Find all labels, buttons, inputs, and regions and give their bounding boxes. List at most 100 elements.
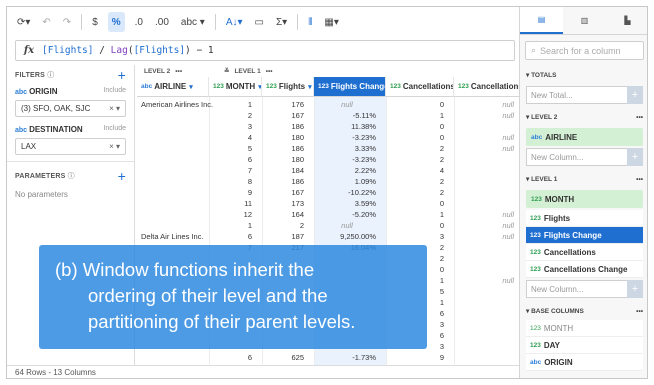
chevron-down-icon[interactable]: ▾ bbox=[116, 142, 120, 151]
chevron-down-icon[interactable]: ▾ bbox=[116, 104, 120, 113]
airline-group-label[interactable]: Delta Air Lines Inc. bbox=[137, 231, 208, 242]
origin-filter-select[interactable]: (3) SFO, OAK, SJC × ▾ bbox=[15, 100, 126, 117]
column-header-cancellations[interactable]: 123 Cancellations bbox=[454, 77, 519, 97]
totals-section[interactable]: ▾ TOTALS bbox=[520, 66, 647, 84]
info-icon[interactable]: ⓘ bbox=[47, 72, 54, 79]
add-filter-button[interactable]: + bbox=[118, 67, 126, 83]
origin-include-toggle[interactable]: Include bbox=[103, 87, 126, 96]
table-cell[interactable]: 9 bbox=[386, 352, 448, 363]
table-cell[interactable]: 2.22% bbox=[314, 165, 380, 176]
table-cell[interactable]: 9 bbox=[209, 187, 256, 198]
columns-tab-icon[interactable]: ▤ bbox=[520, 7, 563, 34]
new-column-level-1-input[interactable]: New Column... + bbox=[526, 280, 643, 298]
table-cell[interactable]: null bbox=[454, 220, 518, 231]
table-cell[interactable]: 1 bbox=[386, 209, 448, 220]
text-format-button[interactable]: abc ▾ bbox=[179, 12, 207, 32]
redo-icon[interactable]: ↷ bbox=[61, 12, 73, 32]
table-cell[interactable]: 6 bbox=[209, 231, 256, 242]
flights-change-column-item[interactable]: 123 Flights Change bbox=[526, 227, 643, 244]
flights-column-item[interactable]: 123 Flights bbox=[526, 210, 643, 227]
table-cell[interactable]: 12 bbox=[209, 209, 256, 220]
formula-bar[interactable]: fx [Flights] / Lag([Flights]) − 1 bbox=[15, 40, 515, 61]
table-cell[interactable]: 625 bbox=[262, 352, 308, 363]
info-icon[interactable]: ⓘ bbox=[68, 173, 75, 180]
undo-icon[interactable]: ↶ bbox=[40, 12, 52, 32]
table-cell[interactable]: null bbox=[314, 99, 380, 110]
table-view-icon[interactable]: ▦▾ bbox=[322, 12, 340, 32]
table-cell[interactable]: -3.23% bbox=[314, 154, 380, 165]
table-cell[interactable]: 2 bbox=[386, 154, 448, 165]
table-cell[interactable]: -5.11% bbox=[314, 110, 380, 121]
table-cell[interactable]: 8 bbox=[209, 176, 256, 187]
percent-format-button[interactable]: % bbox=[107, 12, 125, 32]
clear-icon[interactable]: × bbox=[109, 142, 114, 151]
table-cell[interactable]: 0 bbox=[386, 99, 448, 110]
column-header-flights[interactable]: 123 Flights ▾ bbox=[262, 77, 314, 97]
database-tab-icon[interactable]: ▥ bbox=[563, 7, 606, 34]
cancellations-column-item[interactable]: 123 Cancellations bbox=[526, 244, 643, 261]
add-parameter-button[interactable]: + bbox=[118, 168, 126, 184]
more-icon[interactable]: ••• bbox=[636, 114, 643, 121]
airline-column-pill[interactable]: abc AIRLINE bbox=[526, 128, 643, 146]
column-header-cancellations[interactable]: 123Cancellations▾ bbox=[386, 77, 454, 97]
sum-icon[interactable]: Σ▾ bbox=[274, 12, 289, 32]
table-cell[interactable]: -10.22% bbox=[314, 187, 380, 198]
table-cell[interactable]: 176 bbox=[262, 99, 308, 110]
base-month-item[interactable]: 123 MONTH bbox=[526, 320, 643, 337]
destination-filter-select[interactable]: LAX × ▾ bbox=[15, 138, 126, 155]
refresh-icon[interactable]: ⟳▾ bbox=[15, 12, 32, 32]
table-cell[interactable]: 0 bbox=[386, 198, 448, 209]
formula-text[interactable]: [Flights] / Lag([Flights]) − 1 bbox=[42, 45, 214, 56]
more-icon[interactable]: ••• bbox=[636, 176, 643, 183]
level-2-section[interactable]: ▾ LEVEL 2 ••• bbox=[520, 108, 647, 126]
table-cell[interactable]: 1.09% bbox=[314, 176, 380, 187]
table-cell[interactable]: 1 bbox=[386, 110, 448, 121]
table-cell[interactable]: 186 bbox=[262, 121, 308, 132]
table-cell[interactable]: 184 bbox=[262, 165, 308, 176]
table-cell[interactable]: 164 bbox=[262, 209, 308, 220]
table-cell[interactable]: -3.23% bbox=[314, 132, 380, 143]
cancellations-change-column-item[interactable]: 123 Cancellations Change bbox=[526, 261, 643, 278]
table-cell[interactable]: null bbox=[454, 110, 518, 121]
base-origin-item[interactable]: abc ORIGIN bbox=[526, 354, 643, 371]
sort-icon[interactable]: A↓ ▾ bbox=[224, 12, 245, 32]
more-icon[interactable]: ••• bbox=[636, 308, 643, 315]
table-cell[interactable]: -5.20% bbox=[314, 209, 380, 220]
table-cell[interactable]: 167 bbox=[262, 110, 308, 121]
table-cell[interactable]: 3.33% bbox=[314, 143, 380, 154]
add-total-button[interactable]: + bbox=[627, 86, 643, 104]
table-cell[interactable]: 0 bbox=[386, 132, 448, 143]
base-columns-section[interactable]: ▾ BASE COLUMNS ••• bbox=[520, 302, 647, 320]
table-cell[interactable]: 5 bbox=[209, 143, 256, 154]
destination-include-toggle[interactable]: Include bbox=[103, 125, 126, 134]
month-column-pill[interactable]: 123 MONTH bbox=[526, 190, 643, 208]
table-cell[interactable]: 4 bbox=[209, 132, 256, 143]
chevron-collapse-icon[interactable]: ≚ bbox=[224, 67, 229, 75]
table-cell[interactable]: null bbox=[454, 99, 518, 110]
table-cell[interactable]: 6 bbox=[209, 352, 256, 363]
table-cell[interactable]: 3.59% bbox=[314, 198, 380, 209]
increase-decimals-button[interactable]: .00 bbox=[153, 12, 171, 32]
table-cell[interactable]: 1 bbox=[209, 99, 256, 110]
new-total-input[interactable]: New Total... + bbox=[526, 86, 643, 104]
table-cell[interactable]: 4 bbox=[386, 165, 448, 176]
add-column-button[interactable]: + bbox=[627, 280, 643, 298]
airline-group-label[interactable]: American Airlines Inc. bbox=[137, 99, 217, 110]
column-header-airline[interactable]: abc AIRLINE ▾ bbox=[137, 77, 209, 97]
table-cell[interactable]: 167 bbox=[262, 187, 308, 198]
table-cell[interactable]: 9,250.00% bbox=[314, 231, 380, 242]
table-cell[interactable]: 180 bbox=[262, 154, 308, 165]
column-search-input[interactable]: ⌕ Search for a column bbox=[525, 41, 644, 60]
add-column-button[interactable]: + bbox=[627, 148, 643, 166]
table-cell[interactable]: 3 bbox=[209, 121, 256, 132]
table-cell[interactable]: 186 bbox=[262, 176, 308, 187]
more-icon[interactable]: ••• bbox=[175, 68, 182, 75]
table-cell[interactable]: 7 bbox=[209, 165, 256, 176]
table-cell[interactable]: null bbox=[454, 143, 518, 154]
column-header-month[interactable]: 123 MONTH ▾ bbox=[209, 77, 262, 97]
table-cell[interactable]: 11 bbox=[209, 198, 256, 209]
table-cell[interactable]: 3 bbox=[386, 231, 448, 242]
group-columns-icon[interactable]: ⫴ bbox=[306, 12, 314, 32]
table-cell[interactable]: null bbox=[454, 209, 518, 220]
table-cell[interactable]: 173 bbox=[262, 198, 308, 209]
